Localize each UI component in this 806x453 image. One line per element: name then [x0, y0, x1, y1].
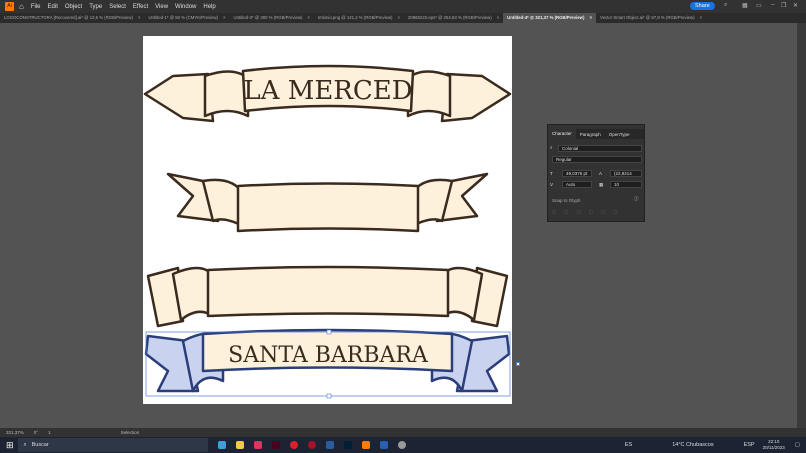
acrobat-icon[interactable] [253, 441, 262, 449]
font-size-input[interactable]: 49,0376 pt [562, 170, 592, 177]
current-tool[interactable]: Selection [121, 430, 140, 435]
menu-help[interactable]: Help [203, 4, 215, 10]
close-icon[interactable]: ✕ [793, 2, 798, 9]
banner1-text[interactable]: LA MERCED [243, 76, 412, 106]
info-icon[interactable]: ⓘ [634, 196, 639, 202]
artboard[interactable]: LA MERCED SANTA BARBARA [143, 36, 512, 404]
language-indicator[interactable]: ES [625, 442, 632, 448]
tab-label: Imlonio.png @ 121,2 % (RGB/Preview) [317, 15, 393, 20]
banner2-body [236, 182, 420, 233]
tab-document[interactable]: Untitled-1* @ 50 % (CMYK/Preview) × [144, 13, 229, 23]
tab-document[interactable]: LOGOCONSTRUCTORA [Recovered].ai* @ 12,5 … [0, 13, 144, 23]
banner1-left-tail [143, 72, 215, 123]
tab-document[interactable]: Imlonio.png @ 121,2 % (RGB/Preview) × [314, 13, 404, 23]
banner1-right-tail [440, 72, 512, 123]
close-tab-icon[interactable]: × [497, 15, 500, 20]
artboard-number[interactable]: 1 [48, 430, 51, 435]
menu-edit[interactable]: Edit [48, 4, 58, 10]
document-tabs: LOGOCONSTRUCTORA [Recovered].ai* @ 12,5 … [0, 13, 806, 23]
notifications-icon[interactable]: ▢ [795, 442, 800, 448]
tracking-select[interactable]: 10 [610, 181, 642, 188]
close-tab-icon[interactable]: × [700, 15, 703, 20]
minimize-icon[interactable]: – [771, 2, 774, 8]
snap-to-glyph-label: Snap to Glyph [552, 198, 581, 203]
tab-label: Untitled-4* @ 321,37 % (RGB/Preview) [507, 15, 585, 20]
opera-gx-icon[interactable] [307, 441, 316, 449]
explorer-icon[interactable] [235, 441, 244, 449]
snap-options-icons[interactable]: ▢▢▢▢▢▢ [552, 209, 626, 215]
share-button[interactable]: Share [690, 2, 715, 10]
leading-input[interactable]: (22,8214 [610, 170, 642, 177]
tab-document[interactable]: Untitled-3* @ 300 % (RGB/Preview) × [230, 13, 314, 23]
selection-handle[interactable] [326, 329, 332, 335]
tab-label: LOGOCONSTRUCTORA [Recovered].ai* @ 12,5 … [4, 15, 133, 20]
tab-document[interactable]: Vector Smart Object.ai* @ 87,8 % (RGB/Pr… [596, 13, 706, 23]
selection-handle[interactable] [326, 393, 332, 399]
arrange-icon[interactable]: ▦ [742, 2, 748, 9]
search-icon: ⌕ [550, 145, 553, 150]
status-bar: 321,37% 0° 1 Selection [0, 428, 806, 437]
banner4-text[interactable]: SANTA BARBARA [228, 343, 429, 368]
panel-icon[interactable]: ▭ [756, 2, 762, 9]
banner-artwork[interactable]: LA MERCED SANTA BARBARA [143, 36, 512, 404]
rotation[interactable]: 0° [34, 430, 38, 435]
zoom-level[interactable]: 321,37% [6, 430, 24, 435]
close-tab-icon[interactable]: × [397, 15, 400, 20]
font-size-icon: T [550, 171, 553, 176]
tab-paragraph[interactable]: Paragraph [576, 132, 605, 137]
home-icon[interactable]: ⌂ [19, 2, 24, 11]
kerning-select[interactable]: Auto [562, 181, 592, 188]
weather-widget[interactable]: 14°C Chubascos [672, 442, 713, 448]
tab-character[interactable]: Character [548, 129, 576, 139]
restore-icon[interactable]: ❐ [781, 2, 786, 9]
banner3-body [206, 265, 450, 318]
menu-bar: Ai ⌂ File Edit Object Type Select Effect… [0, 0, 806, 13]
app-icon[interactable] [325, 441, 334, 449]
windows-start-icon[interactable]: ⊞ [6, 440, 14, 451]
menu-type[interactable]: Type [89, 4, 102, 10]
indesign-icon[interactable] [271, 441, 280, 449]
menu-file[interactable]: File [31, 4, 41, 10]
taskbar: ⊞ ⌕ Buscar ES 14°C Chubascos ESP 22:10 20/… [0, 437, 806, 453]
font-family-select[interactable]: Colonial [558, 145, 642, 152]
tab-label: Untitled-3* @ 300 % (RGB/Preview) [233, 15, 303, 20]
leading-icon: A [599, 171, 603, 176]
taskbar-search[interactable]: ⌕ Buscar [17, 438, 208, 452]
app-icon[interactable] [397, 441, 406, 449]
illustrator-icon[interactable] [361, 441, 370, 449]
illustrator-logo-icon: Ai [5, 2, 14, 11]
edge-icon[interactable] [217, 441, 226, 449]
date: 20/11/2023 [762, 445, 785, 450]
search-placeholder: Buscar [31, 442, 49, 448]
tab-document-active[interactable]: Untitled-4* @ 321,37 % (RGB/Preview) × [503, 13, 596, 23]
photoshop-icon[interactable] [343, 441, 352, 449]
selection-handle[interactable] [516, 362, 520, 366]
word-icon[interactable] [379, 441, 388, 449]
keyboard-layout[interactable]: ESP [744, 442, 755, 448]
character-panel: Character Paragraph OpenType Colonial ⌕ … [547, 124, 645, 222]
search-icon: ⌕ [23, 441, 27, 448]
menu-select[interactable]: Select [109, 4, 126, 10]
tab-label: 20965222.eps* @ 254,63 % (RGB/Preview) [407, 15, 492, 20]
tab-opentype[interactable]: OpenType [605, 132, 634, 137]
close-tab-icon[interactable]: × [307, 15, 310, 20]
tab-label: Untitled-1* @ 50 % (CMYK/Preview) [148, 15, 219, 20]
tab-label: Vector Smart Object.ai* @ 87,8 % (RGB/Pr… [599, 15, 695, 20]
vertical-scrollbar[interactable] [797, 23, 806, 428]
menu-effect[interactable]: Effect [133, 4, 148, 10]
close-tab-icon[interactable]: × [589, 15, 592, 20]
close-tab-icon[interactable]: × [138, 15, 141, 20]
clock[interactable]: 22:10 20/11/2023 [763, 439, 785, 451]
font-style-select[interactable]: Regular [552, 156, 642, 163]
tab-document[interactable]: 20965222.eps* @ 254,63 % (RGB/Preview) × [404, 13, 503, 23]
menu-window[interactable]: Window [175, 4, 196, 10]
tracking-icon: ▦ [599, 182, 604, 187]
close-tab-icon[interactable]: × [223, 15, 226, 20]
kerning-icon: V [550, 182, 554, 187]
menu-object[interactable]: Object [65, 4, 82, 10]
opera-icon[interactable] [289, 441, 298, 449]
search-icon[interactable]: ⌕ [724, 2, 727, 9]
menu-view[interactable]: View [155, 4, 168, 10]
